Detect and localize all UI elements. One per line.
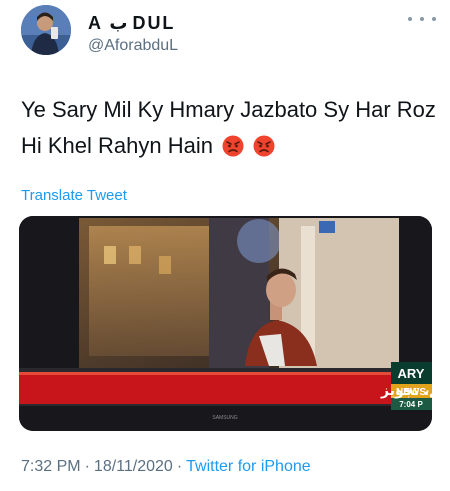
news-clock: 7:04 P (399, 400, 423, 409)
avatar[interactable] (21, 5, 71, 55)
tweet-date[interactable]: 18/11/2020 (94, 458, 173, 475)
tweet-text: Ye Sary Mil Ky Hmary Jazbato Sy Har Roz … (21, 92, 436, 164)
tweet: A ب DUL @AforabduL Ye Sary Mil Ky Hmary … (0, 0, 450, 491)
more-options-icon[interactable] (408, 12, 436, 26)
angry-face-icon (253, 135, 275, 157)
news-ticker-text: تعلیمی اداروں کو24نومبر سے31جنوری تک بند… (380, 383, 432, 399)
tweet-media-image[interactable]: ARY NEWS 7:04 P تعلیمی اداروں کو24نومبر … (19, 216, 432, 431)
author-display-name[interactable]: A ب DUL (88, 13, 175, 34)
tweet-time[interactable]: 7:32 PM (21, 458, 81, 475)
tweet-meta: 7:32 PM · 18/11/2020 · Twitter for iPhone (21, 458, 311, 475)
angry-face-icon (222, 135, 244, 157)
tweet-source-link[interactable]: Twitter for iPhone (186, 458, 311, 475)
tv-brand: SAMSUNG (212, 415, 237, 421)
author-handle[interactable]: @AforabduL (88, 37, 178, 55)
channel-logo: ARY (398, 366, 425, 381)
translate-tweet-link[interactable]: Translate Tweet (21, 187, 127, 204)
